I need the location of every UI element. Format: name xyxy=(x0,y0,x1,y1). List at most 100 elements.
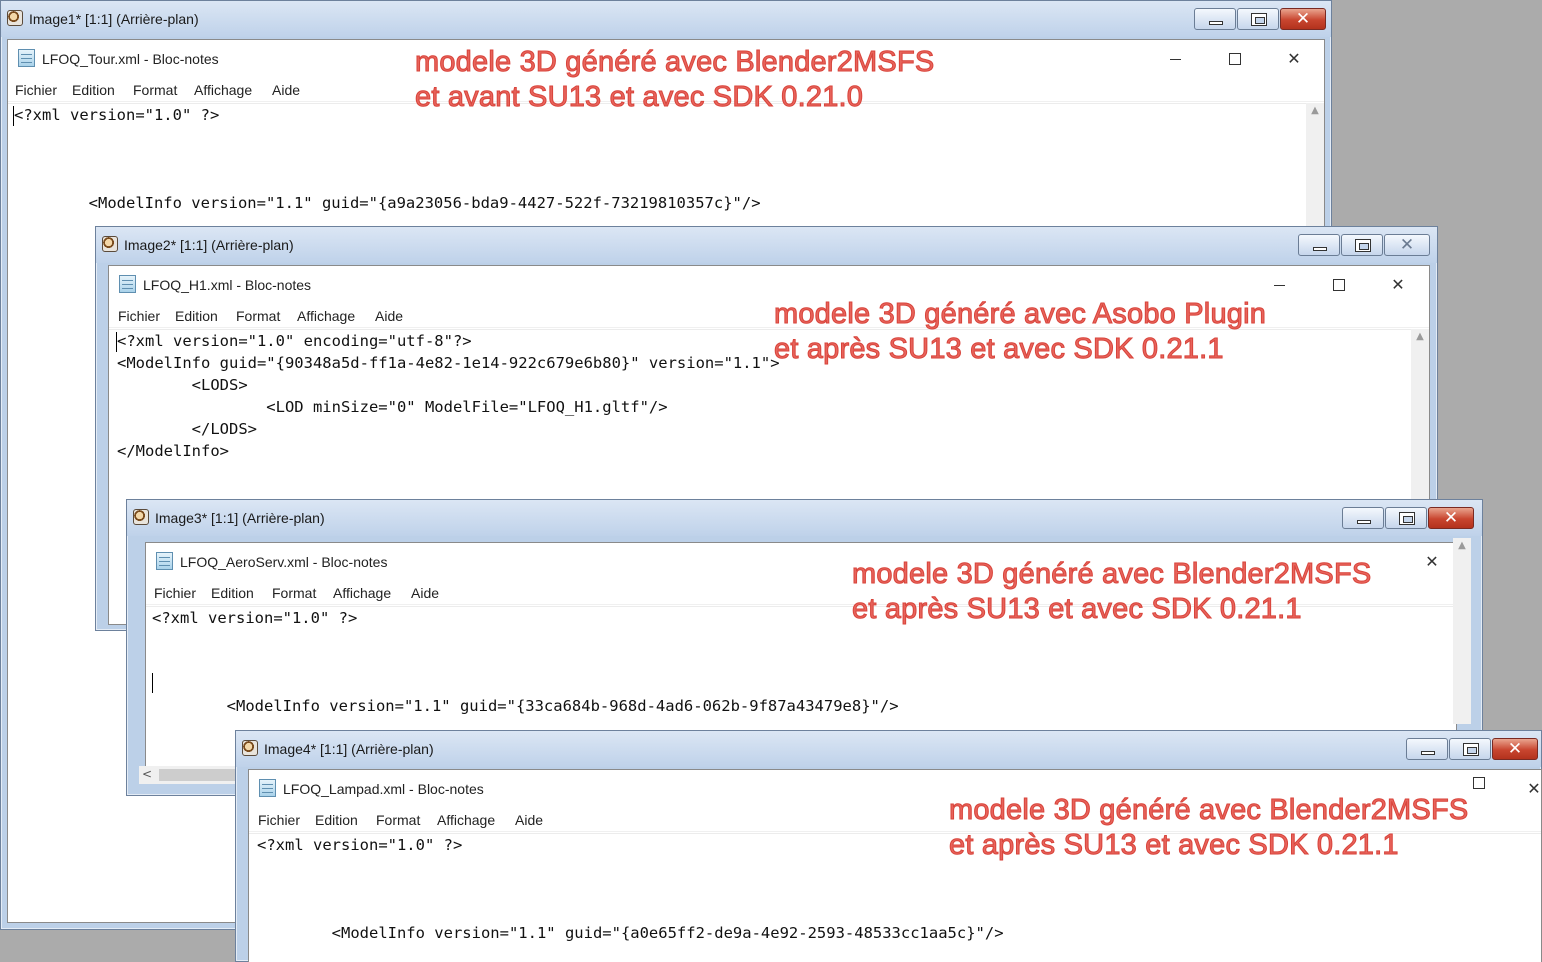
maximize-icon xyxy=(1355,239,1371,252)
close-button[interactable]: ✕ xyxy=(1417,551,1447,573)
code-line: <LODS> xyxy=(117,376,248,394)
notepad-icon xyxy=(259,779,276,797)
minimize-button[interactable] xyxy=(1194,8,1236,30)
menu-affichage[interactable]: Affichage xyxy=(194,82,252,98)
maximize-button[interactable] xyxy=(1324,274,1354,296)
minimize-button[interactable] xyxy=(1406,738,1448,760)
menu-edition[interactable]: Edition xyxy=(315,812,358,828)
code-line: <ModelInfo version="1.1" guid="{a0e65ff2… xyxy=(257,924,1004,942)
menu-format[interactable]: Format xyxy=(272,585,316,601)
menu-fichier[interactable]: Fichier xyxy=(258,812,300,828)
menu-edition[interactable]: Edition xyxy=(211,585,254,601)
code-line: <ModelInfo version="1.1" guid="{a9a23056… xyxy=(14,194,761,212)
menu-fichier[interactable]: Fichier xyxy=(118,308,160,324)
annotation-line-1: modele 3D généré avec Blender2MSFS xyxy=(414,46,935,79)
close-icon: ✕ xyxy=(1399,235,1415,255)
scroll-up-icon[interactable]: ▲ xyxy=(1411,331,1429,342)
menu-edition[interactable]: Edition xyxy=(72,82,115,98)
code-line: <?xml version="1.0" ?> xyxy=(152,609,358,627)
maximize-button[interactable] xyxy=(1220,48,1250,70)
annotation-line-2: et après SU13 et avec SDK 0.21.1 xyxy=(949,829,1400,862)
minimize-icon xyxy=(1357,520,1371,524)
menu-affichage[interactable]: Affichage xyxy=(297,308,355,324)
maximize-button[interactable] xyxy=(1464,772,1494,794)
menu-edition[interactable]: Edition xyxy=(175,308,218,324)
viewer-window-4: Image4* [1:1] (Arrière-plan) ✕ LFOQ_Lamp… xyxy=(235,730,1542,962)
close-button[interactable]: ✕ xyxy=(1519,778,1542,800)
menu-format[interactable]: Format xyxy=(133,82,177,98)
image-viewer-icon xyxy=(133,509,149,525)
code-line: </ModelInfo> xyxy=(117,442,229,460)
scroll-up-icon[interactable]: ▲ xyxy=(1453,540,1471,551)
menu-fichier[interactable]: Fichier xyxy=(154,585,196,601)
code-line: </LODS> xyxy=(117,420,257,438)
image-viewer-icon xyxy=(7,10,23,26)
close-button[interactable]: ✕ xyxy=(1428,507,1474,529)
close-button[interactable]: ✕ xyxy=(1383,274,1413,296)
menu-aide[interactable]: Aide xyxy=(411,585,439,601)
viewer-titlebar[interactable]: Image4* [1:1] (Arrière-plan) ✕ xyxy=(236,731,1541,767)
notepad-icon xyxy=(156,552,173,570)
minimize-button[interactable] xyxy=(1265,274,1295,296)
menu-aide[interactable]: Aide xyxy=(272,82,300,98)
notepad-title: LFOQ_Lampad.xml - Bloc-notes xyxy=(283,781,484,797)
code-line: <?xml version="1.0" ?> xyxy=(14,106,220,124)
notepad-icon xyxy=(18,49,35,67)
minimize-icon xyxy=(1313,247,1327,251)
close-button[interactable]: ✕ xyxy=(1384,234,1430,256)
minimize-button[interactable] xyxy=(1161,48,1191,70)
close-button[interactable]: ✕ xyxy=(1279,48,1309,70)
viewer-title: Image4* [1:1] (Arrière-plan) xyxy=(264,741,434,757)
image-viewer-icon xyxy=(102,236,118,252)
viewer-title: Image3* [1:1] (Arrière-plan) xyxy=(155,510,325,526)
maximize-icon xyxy=(1463,743,1479,756)
code-line: <?xml version="1.0" ?> xyxy=(257,836,463,854)
maximize-button[interactable] xyxy=(1449,738,1491,760)
menu-format[interactable]: Format xyxy=(376,812,420,828)
close-icon: ✕ xyxy=(1507,739,1523,759)
menu-fichier[interactable]: Fichier xyxy=(15,82,57,98)
code-line: <?xml version="1.0" encoding="utf-8"?> xyxy=(117,332,472,350)
code-line: <ModelInfo version="1.1" guid="{33ca684b… xyxy=(152,697,899,715)
maximize-icon xyxy=(1251,13,1267,26)
menu-affichage[interactable]: Affichage xyxy=(437,812,495,828)
minimize-button[interactable] xyxy=(1298,234,1340,256)
viewer-title: Image1* [1:1] (Arrière-plan) xyxy=(29,11,199,27)
minimize-button[interactable] xyxy=(1342,507,1384,529)
menu-affichage[interactable]: Affichage xyxy=(333,585,391,601)
code-line: <LOD minSize="0" ModelFile="LFOQ_H1.gltf… xyxy=(117,398,668,416)
viewer-titlebar[interactable]: Image3* [1:1] (Arrière-plan) ✕ xyxy=(127,500,1482,536)
notepad-title: LFOQ_Tour.xml - Bloc-notes xyxy=(42,51,219,67)
annotation-line-1: modele 3D généré avec Blender2MSFS xyxy=(948,794,1469,827)
maximize-button[interactable] xyxy=(1341,234,1383,256)
minimize-icon xyxy=(1421,751,1435,755)
annotation-line-1: modele 3D généré avec Asobo Plugin xyxy=(773,298,1267,331)
maximize-icon xyxy=(1399,512,1415,525)
notepad-icon xyxy=(119,275,136,293)
annotation-line-1: modele 3D généré avec Blender2MSFS xyxy=(851,558,1372,591)
scroll-up-icon[interactable]: ▲ xyxy=(1306,105,1324,116)
annotation-line-2: et avant SU13 et avec SDK 0.21.0 xyxy=(414,81,864,114)
notepad-title: LFOQ_H1.xml - Bloc-notes xyxy=(143,277,312,293)
text-caret xyxy=(152,673,153,693)
viewer-titlebar[interactable]: Image2* [1:1] (Arrière-plan) ✕ xyxy=(96,227,1437,263)
close-button[interactable]: ✕ xyxy=(1280,8,1326,30)
close-icon: ✕ xyxy=(1295,9,1311,29)
menu-format[interactable]: Format xyxy=(236,308,280,324)
menu-aide[interactable]: Aide xyxy=(515,812,543,828)
scroll-left-icon[interactable]: < xyxy=(142,767,152,781)
menu-aide[interactable]: Aide xyxy=(375,308,403,324)
notepad-title: LFOQ_AeroServ.xml - Bloc-notes xyxy=(180,554,388,570)
close-icon: ✕ xyxy=(1443,508,1459,528)
minimize-icon xyxy=(1209,21,1223,25)
image-viewer-icon xyxy=(242,740,258,756)
code-line: <ModelInfo guid="{90348a5d-ff1a-4e82-1e1… xyxy=(117,354,780,372)
viewer-title: Image2* [1:1] (Arrière-plan) xyxy=(124,237,294,253)
viewer-titlebar[interactable]: Image1* [1:1] (Arrière-plan) ✕ xyxy=(1,1,1331,37)
maximize-button[interactable] xyxy=(1237,8,1279,30)
annotation-line-2: et après SU13 et avec SDK 0.21.1 xyxy=(774,333,1225,366)
annotation-line-2: et après SU13 et avec SDK 0.21.1 xyxy=(852,593,1303,626)
close-button[interactable]: ✕ xyxy=(1492,738,1538,760)
maximize-button[interactable] xyxy=(1385,507,1427,529)
vertical-scrollbar[interactable]: ▲ xyxy=(1453,538,1471,724)
